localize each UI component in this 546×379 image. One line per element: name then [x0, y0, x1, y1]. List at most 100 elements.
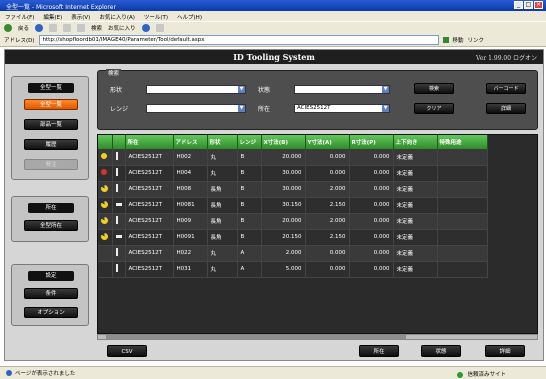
- location-cell: ACIES2512T: [125, 261, 174, 278]
- table-row[interactable]: ACIES2512T H0091 長角 B 20.150 2.150 0.000 未定義: [98, 229, 488, 246]
- shape-label: 形状: [110, 87, 123, 94]
- x-cell: 5.000: [261, 261, 306, 278]
- go-icon[interactable]: [442, 36, 449, 43]
- nav-panel-location-head: 所在: [28, 203, 74, 213]
- chevron-down-icon[interactable]: ▼: [238, 86, 245, 93]
- col-special[interactable]: 特殊用途: [437, 135, 488, 149]
- chevron-down-icon[interactable]: ▼: [382, 86, 389, 93]
- horizontal-scrollbar[interactable]: [97, 334, 538, 340]
- col-updown[interactable]: 上下向き: [393, 135, 438, 149]
- nav-all-location[interactable]: 全型所在: [24, 220, 78, 231]
- nav-parts-list[interactable]: 部品一覧: [24, 119, 78, 130]
- shape-cell: 丸: [207, 165, 238, 182]
- address-input[interactable]: http://shopfloordb01/IMAGE40/Parameter/T…: [38, 34, 439, 45]
- menu-help[interactable]: ヘルプ(H): [177, 13, 202, 21]
- range-select[interactable]: ▼: [146, 104, 246, 113]
- forward-icon[interactable]: [35, 23, 44, 32]
- scrollbar-thumb[interactable]: [106, 335, 406, 339]
- col-status[interactable]: [98, 135, 113, 149]
- range-cell: A: [237, 245, 262, 262]
- clear-button[interactable]: クリア: [414, 103, 454, 114]
- search-label[interactable]: 検索: [91, 24, 102, 32]
- chevron-down-icon[interactable]: ▼: [382, 105, 389, 112]
- minimize-button[interactable]: _: [514, 1, 523, 9]
- menu-favorites[interactable]: お気に入り(A): [99, 13, 135, 21]
- yellow-status-icon: [101, 152, 107, 159]
- location-button[interactable]: 所在: [359, 345, 399, 357]
- col-y[interactable]: Y寸法(A): [305, 135, 350, 149]
- menu-view[interactable]: 表示(V): [71, 13, 90, 21]
- media-icon[interactable]: [141, 23, 150, 32]
- x-cell: 2.000: [261, 245, 306, 262]
- nav-options[interactable]: オプション: [24, 307, 78, 318]
- search-legend: 検索: [106, 69, 122, 77]
- back-label[interactable]: 戻る: [18, 24, 29, 32]
- links-label[interactable]: リンク: [468, 36, 485, 44]
- state-select[interactable]: ▼: [294, 85, 390, 94]
- y-cell: 2.000: [305, 213, 350, 230]
- chevron-down-icon[interactable]: ▼: [238, 105, 245, 112]
- col-range[interactable]: レンジ: [237, 135, 262, 149]
- tool-cell: [112, 229, 126, 246]
- go-button[interactable]: 移動: [453, 36, 464, 44]
- col-shape[interactable]: 形状: [207, 135, 238, 149]
- nav-all-molds[interactable]: 全型一覧: [24, 99, 78, 110]
- col-r[interactable]: R寸法(P): [349, 135, 394, 149]
- y-cell: 0.000: [305, 245, 350, 262]
- logout-link[interactable]: ログオン: [513, 55, 537, 62]
- shape-cell: 丸: [207, 149, 238, 166]
- status-cell: [98, 245, 113, 262]
- col-x[interactable]: X寸法(B): [261, 135, 306, 149]
- security-zone-text: 信頼済みサイト: [467, 372, 506, 378]
- special-cell: [437, 245, 488, 262]
- r-cell: 0.000: [349, 245, 394, 262]
- table-row[interactable]: ACIES2512T H004 丸 B 30.000 0.000 0.000 未定義: [98, 165, 488, 182]
- table-row[interactable]: ACIES2512T H008 長角 B 30.000 2.000 0.000 未定義: [98, 181, 488, 198]
- shape-cell: 長角: [207, 229, 238, 246]
- home-icon[interactable]: [77, 23, 86, 32]
- back-icon[interactable]: [4, 23, 12, 32]
- detail-search-button[interactable]: 詳細: [486, 103, 526, 114]
- table-row[interactable]: ACIES2512T H009 長角 B 20.000 2.000 0.000 未定義: [98, 213, 488, 230]
- x-cell: 20.000: [261, 149, 306, 166]
- tool-cell: [112, 197, 126, 214]
- menu-file[interactable]: ファイル(F): [5, 13, 34, 21]
- special-cell: [437, 149, 488, 166]
- refresh-icon[interactable]: [63, 23, 72, 32]
- table-row[interactable]: ACIES2512T H0081 長角 B 30.150 2.150 0.000 未定義: [98, 197, 488, 214]
- range-cell: B: [237, 213, 262, 230]
- updown-cell: 未定義: [393, 181, 438, 198]
- menu-tools[interactable]: ツール(T): [144, 13, 168, 21]
- csv-button[interactable]: CSV: [107, 345, 147, 357]
- status-cell: [98, 149, 113, 166]
- status-button[interactable]: 状態: [421, 345, 461, 357]
- detail-button[interactable]: 詳細: [485, 345, 525, 357]
- col-address[interactable]: アドレス: [173, 135, 208, 149]
- address-bar: アドレス(D) http://shopfloordb01/IMAGE40/Par…: [0, 33, 546, 47]
- table-row[interactable]: ACIES2512T H022 丸 A 2.000 0.000 0.000 未定義: [98, 245, 488, 262]
- state-label: 状態: [258, 87, 271, 94]
- nav-history[interactable]: 履歴: [24, 139, 78, 150]
- range-cell: B: [237, 181, 262, 198]
- maximize-button[interactable]: □: [524, 1, 533, 9]
- updown-cell: 未定義: [393, 245, 438, 262]
- location-cell: ACIES2512T: [125, 245, 174, 262]
- barcode-button[interactable]: バーコード: [486, 83, 526, 94]
- col-location[interactable]: 所在: [125, 135, 174, 149]
- mail-icon[interactable]: [155, 23, 164, 32]
- search-button[interactable]: 検索: [414, 83, 454, 94]
- location-select[interactable]: ACIES2512T ▼: [294, 104, 390, 113]
- menu-edit[interactable]: 編集(E): [43, 13, 62, 21]
- col-tool[interactable]: [112, 135, 126, 149]
- shape-select[interactable]: ▼: [146, 85, 246, 94]
- range-cell: B: [237, 149, 262, 166]
- location-cell: ACIES2512T: [125, 197, 174, 214]
- stop-icon[interactable]: [49, 23, 58, 32]
- table-row[interactable]: ACIES2512T H002 丸 B 20.000 0.000 0.000 未定義: [98, 149, 488, 166]
- nav-conditions[interactable]: 条件: [24, 288, 78, 299]
- nav-order[interactable]: 発注: [24, 159, 78, 170]
- table-row[interactable]: ACIES2512T H031 丸 A 5.000 0.000 0.000 未定義: [98, 261, 488, 278]
- close-button[interactable]: ×: [534, 1, 543, 9]
- favorites-label[interactable]: お気に入り: [108, 24, 136, 32]
- special-cell: [437, 197, 488, 214]
